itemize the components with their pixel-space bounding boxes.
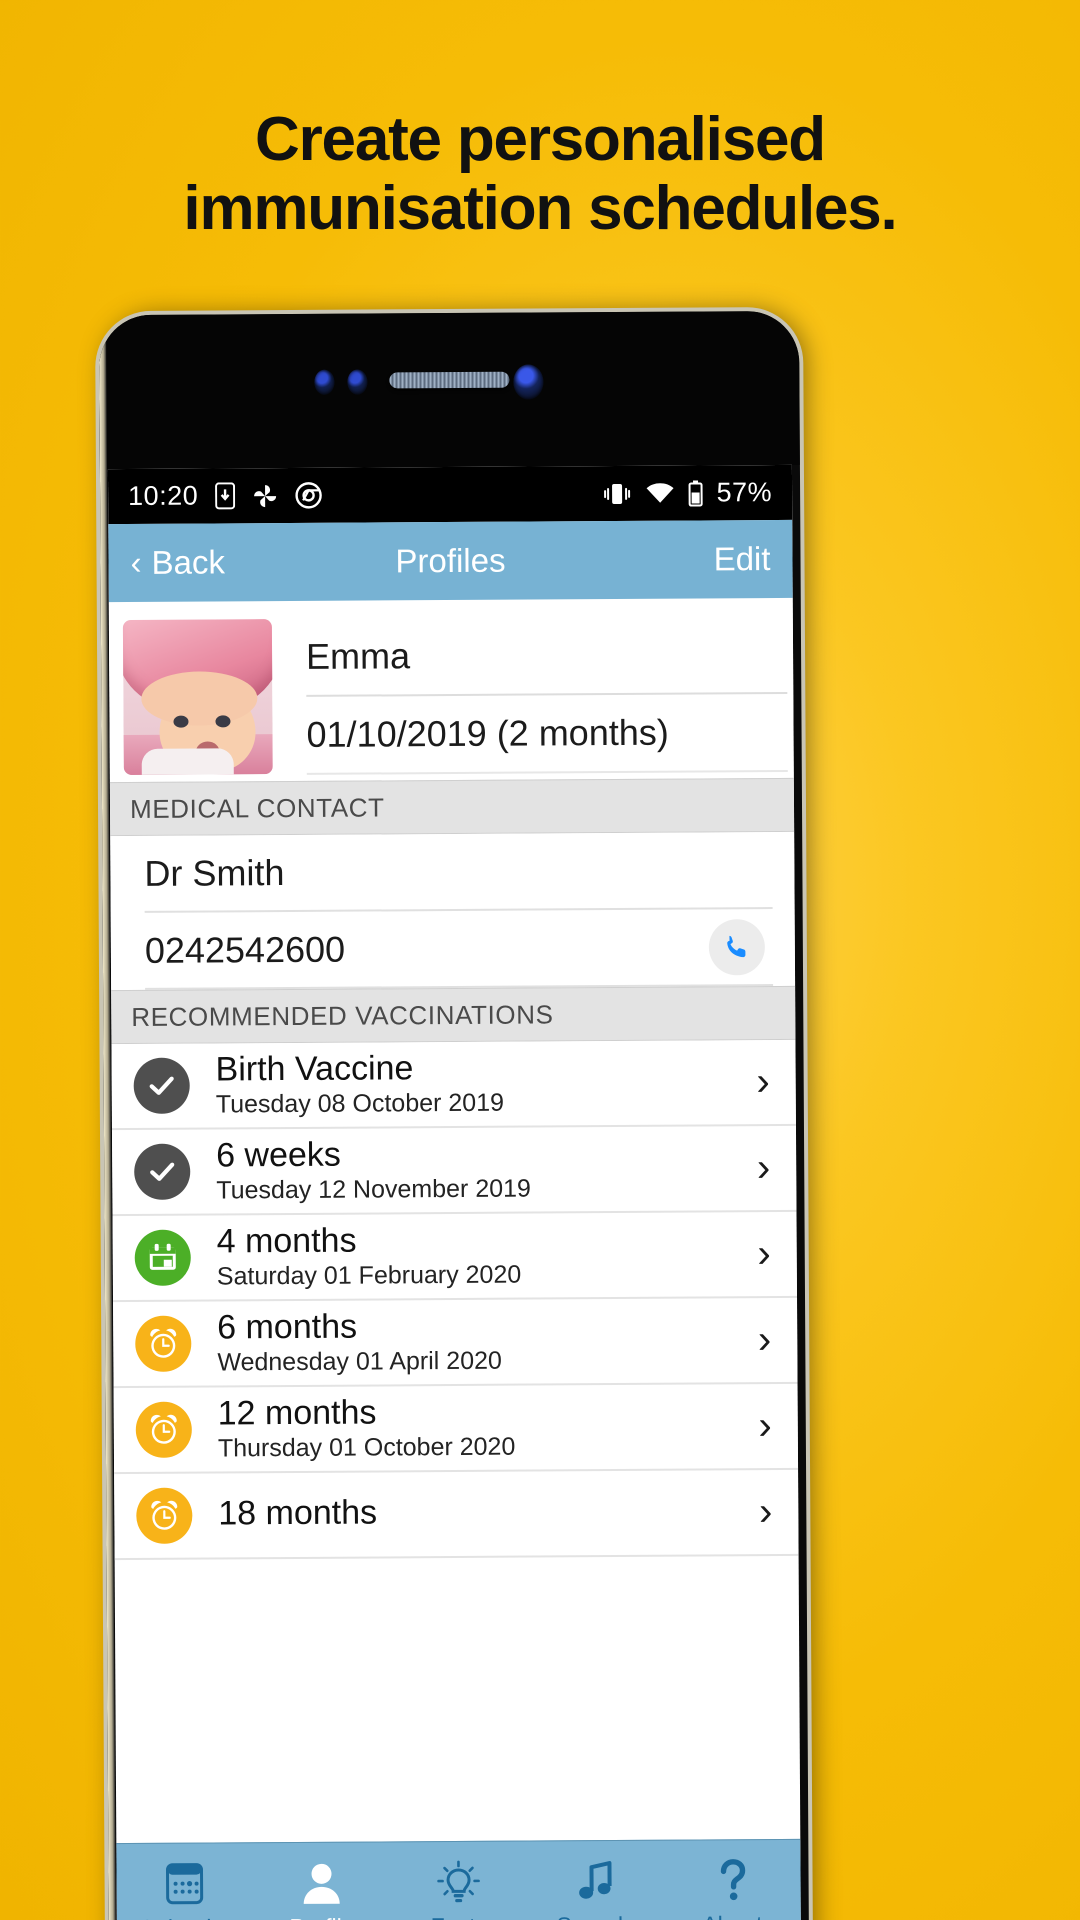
avatar-hood [122, 619, 273, 711]
chevron-right-icon: › [756, 1059, 770, 1104]
status-bar: 10:20 57% [107, 464, 793, 525]
phone-mockup: 10:20 57% ‹ Back Profiles Edit Emma 01/1… [98, 310, 810, 1920]
page-title: Create personalised immunisation schedul… [0, 105, 1080, 244]
question-mark-icon [712, 1853, 752, 1903]
pinwheel-icon [252, 483, 278, 509]
chrome-icon [295, 482, 322, 509]
chevron-right-icon: › [758, 1489, 773, 1534]
medical-contact-section: Dr Smith 0242542600 [110, 831, 796, 991]
tab-bar: Calendar Profile Facts Sounds About [116, 1838, 802, 1920]
vaccination-title: Birth Vaccine [215, 1048, 414, 1089]
battery-icon [688, 479, 704, 507]
person-icon [300, 1856, 344, 1906]
vaccination-title: 18 months [218, 1493, 378, 1533]
chevron-right-icon: › [757, 1231, 771, 1276]
profile-name-field[interactable]: Emma [305, 615, 788, 697]
chevron-right-icon: › [758, 1403, 772, 1448]
back-button[interactable]: ‹ Back [130, 543, 225, 582]
vaccination-title: 4 months [216, 1221, 357, 1261]
tab-label: Profile [289, 1914, 354, 1920]
headline-line-1: Create personalised [255, 105, 826, 174]
doctor-name-field[interactable]: Dr Smith [144, 832, 773, 913]
vaccination-date [218, 1534, 377, 1535]
avatar-eye-right [215, 715, 231, 728]
profile-header: Emma 01/10/2019 (2 months) [108, 597, 794, 783]
sensor-icon [314, 369, 335, 395]
status-time: 10:20 [128, 480, 199, 511]
vaccination-text: 6 months Wednesday 01 April 2020 [217, 1307, 502, 1377]
vaccination-row[interactable]: 6 months Wednesday 01 April 2020 › [113, 1297, 798, 1389]
chevron-right-icon: › [756, 1145, 771, 1190]
vaccination-row[interactable]: 18 months › [114, 1469, 799, 1561]
chevron-right-icon: › [757, 1317, 772, 1362]
check-icon [134, 1143, 191, 1200]
vaccination-text: 12 months Thursday 01 October 2020 [218, 1393, 516, 1464]
tab-about[interactable]: About [664, 1853, 801, 1920]
phone-screen: 10:20 57% ‹ Back Profiles Edit Emma 01/1… [107, 464, 802, 1920]
check-icon [133, 1057, 190, 1114]
vaccination-row[interactable]: 6 weeks Tuesday 12 November 2019 › [111, 1125, 797, 1217]
avatar-body [141, 748, 234, 775]
tab-label: About [702, 1911, 762, 1920]
tab-label: Facts [431, 1913, 487, 1920]
proximity-sensor-icon [347, 369, 368, 395]
headline-line-2: immunisation schedules. [183, 174, 897, 244]
tab-calendar[interactable]: Calendar [116, 1856, 253, 1920]
alarm-icon [136, 1487, 193, 1544]
vaccination-text: 4 months Saturday 01 February 2020 [217, 1221, 522, 1292]
vaccination-text: 18 months [218, 1493, 378, 1536]
vaccination-list: Birth Vaccine Tuesday 08 October 2019 › 6 w… [111, 1039, 799, 1561]
avatar-eye-left [173, 715, 189, 728]
tab-facts[interactable]: Facts [390, 1855, 527, 1920]
vaccination-date: Saturday 01 February 2020 [216, 1260, 522, 1291]
back-button-label: Back [151, 543, 225, 581]
earpiece-speaker [389, 371, 510, 389]
tab-label: Calendar [138, 1914, 232, 1920]
calendar-icon [134, 1229, 191, 1286]
navigation-bar: ‹ Back Profiles Edit [108, 519, 793, 603]
lightbulb-icon [435, 1855, 481, 1905]
music-note-icon [573, 1854, 617, 1904]
vaccination-date: Thursday 01 October 2020 [217, 1432, 516, 1463]
phone-bezel-top [98, 310, 800, 470]
tab-label: Sounds [557, 1912, 635, 1920]
vaccination-row[interactable]: Birth Vaccine Tuesday 08 October 2019 › [111, 1039, 796, 1131]
vaccination-row[interactable]: 4 months Saturday 01 February 2020 › [112, 1211, 798, 1303]
vaccination-row[interactable]: 12 months Thursday 01 October 2020 › [113, 1383, 799, 1475]
section-header-vaccinations: RECOMMENDED VACCINATIONS [111, 985, 796, 1045]
avatar[interactable] [122, 619, 273, 776]
vaccination-title: 12 months [217, 1393, 377, 1433]
alarm-icon [135, 1401, 192, 1458]
edit-button[interactable]: Edit [714, 540, 771, 578]
alarm-icon [135, 1315, 192, 1372]
battery-percentage: 57% [716, 477, 773, 508]
vaccination-date: Tuesday 08 October 2019 [215, 1089, 505, 1119]
profile-dob-field[interactable]: 01/10/2019 (2 months) [306, 693, 788, 775]
vaccination-title: 6 months [217, 1307, 358, 1347]
vaccination-date: Tuesday 12 November 2019 [216, 1174, 531, 1205]
download-icon [215, 482, 236, 510]
vaccination-text: Birth Vaccine Tuesday 08 October 2019 [215, 1049, 504, 1119]
call-button[interactable] [708, 918, 766, 975]
chevron-left-icon: ‹ [130, 543, 142, 581]
phone-number-row[interactable]: 0242542600 [144, 909, 774, 990]
vibrate-icon [602, 480, 632, 506]
tab-sounds[interactable]: Sounds [527, 1854, 664, 1920]
section-header-medical-contact: MEDICAL CONTACT [109, 777, 795, 837]
vaccination-title: 6 weeks [216, 1135, 341, 1175]
tab-profile[interactable]: Profile [253, 1855, 390, 1920]
calendar-icon [163, 1857, 207, 1907]
vaccination-date: Wednesday 01 April 2020 [217, 1347, 502, 1377]
vaccination-text: 6 weeks Tuesday 12 November 2019 [216, 1135, 531, 1206]
phone-number-value: 0242542600 [144, 928, 346, 971]
front-camera-icon [513, 364, 544, 400]
wifi-icon [645, 482, 675, 504]
